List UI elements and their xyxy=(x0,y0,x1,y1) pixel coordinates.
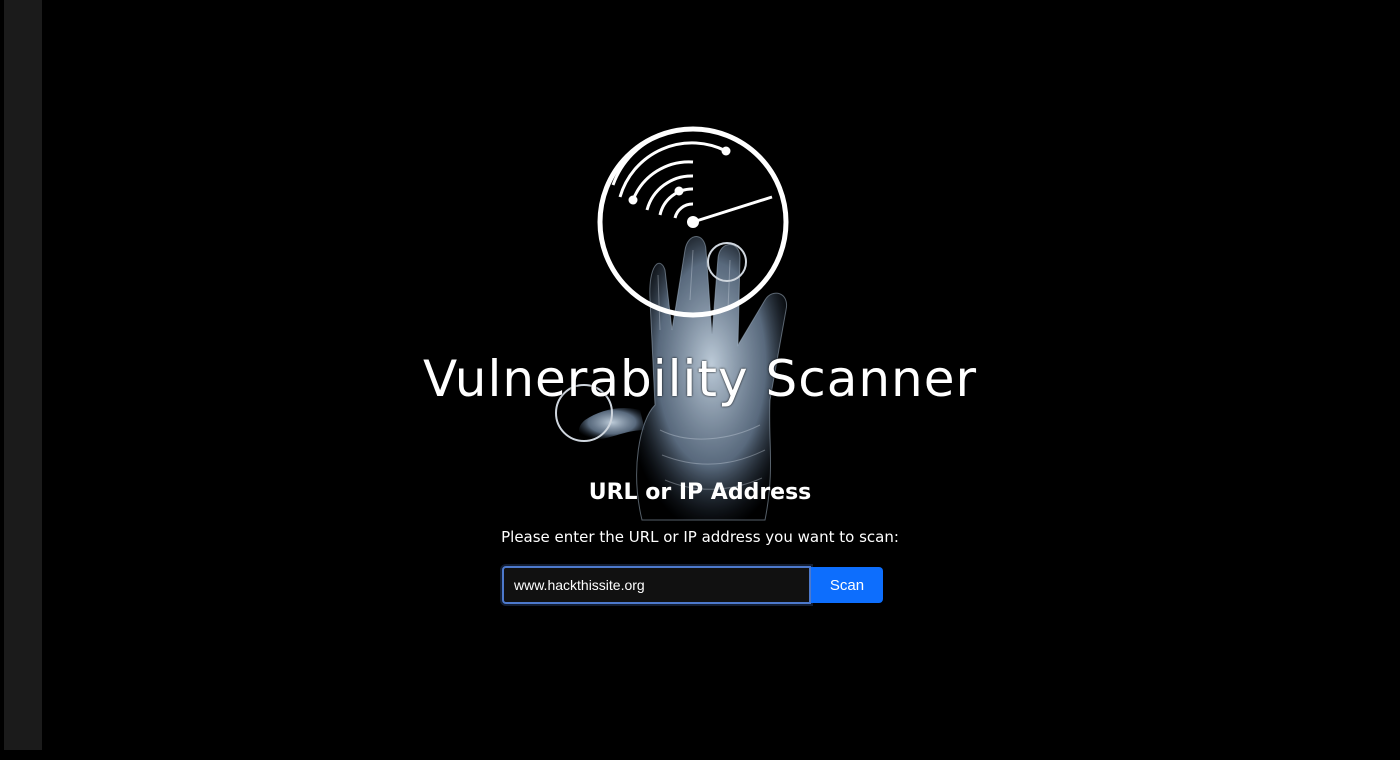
page-title: Vulnerability Scanner xyxy=(422,350,978,408)
scanner-page: Vulnerability Scanner URL or IP Address … xyxy=(0,0,1400,760)
scan-form: Scan xyxy=(502,566,883,604)
url-input[interactable] xyxy=(502,566,811,604)
scan-instructions: Please enter the URL or IP address you w… xyxy=(501,528,899,546)
scan-button[interactable]: Scan xyxy=(811,567,883,603)
section-title: URL or IP Address xyxy=(588,480,812,505)
